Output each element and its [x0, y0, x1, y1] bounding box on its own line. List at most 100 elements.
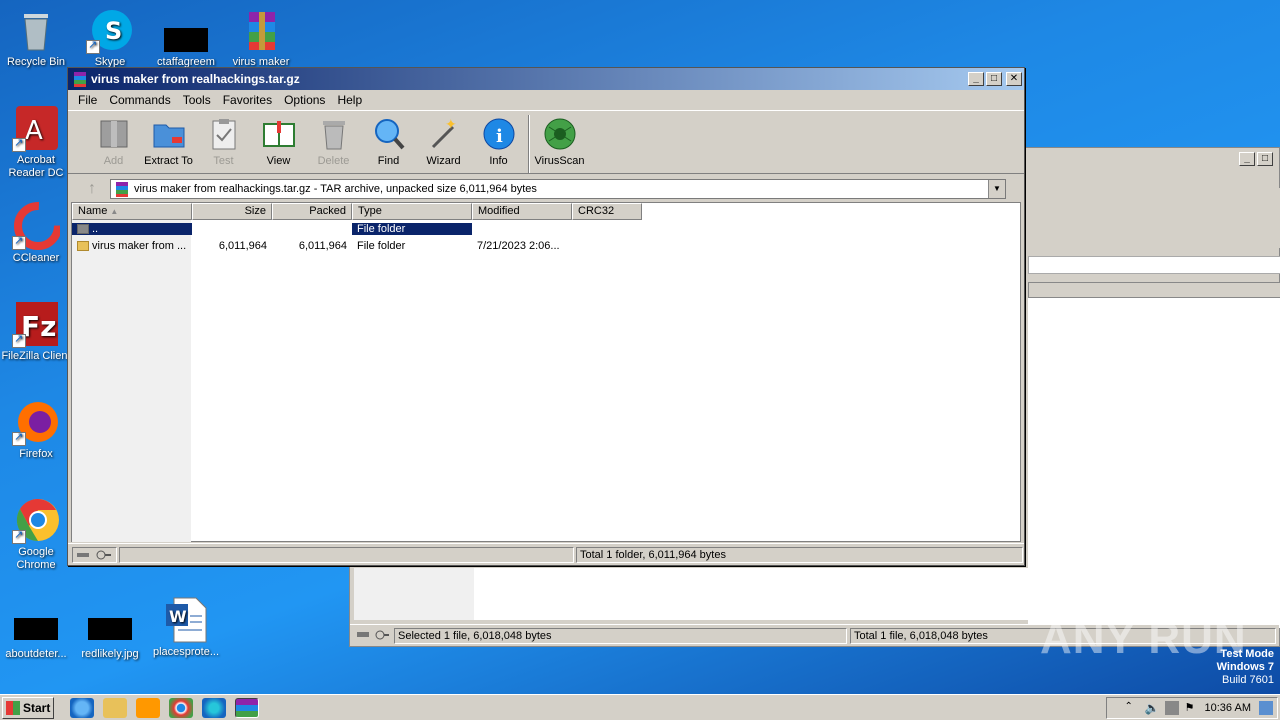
menu-options[interactable]: Options — [278, 93, 331, 107]
up-arrow-icon[interactable]: ↑ — [74, 180, 110, 198]
column-packed[interactable]: Packed — [272, 203, 352, 220]
bg-minimize-button[interactable]: _ — [1239, 152, 1255, 166]
virus-scan-icon — [543, 117, 577, 151]
edge-icon[interactable] — [202, 697, 226, 718]
close-button[interactable]: ✕ — [1006, 72, 1022, 86]
dropdown-arrow-icon[interactable]: ▼ — [988, 180, 1005, 198]
ccleaner-icon — [12, 202, 62, 250]
desktop-icon-ctaffagreem[interactable]: ctaffagreem — [150, 6, 222, 69]
bg-status-selected: Selected 1 file, 6,018,048 bytes — [394, 628, 847, 644]
wizard-button[interactable]: ✦ Wizard — [416, 115, 471, 167]
desktop-icon-skype[interactable]: S Skype — [74, 6, 146, 69]
column-crc32[interactable]: CRC32 — [572, 203, 642, 220]
bg-status-icon — [356, 629, 390, 641]
menu-favorites[interactable]: Favorites — [217, 93, 278, 107]
system-tray: ⌃ 🔈 ⚑ 10:36 AM — [1106, 697, 1278, 719]
svg-text:A: A — [25, 116, 43, 146]
archive-icon — [114, 181, 130, 197]
firefox-icon — [12, 398, 60, 446]
file-thumbnail-icon — [12, 598, 60, 646]
desktop-icon-firefox[interactable]: Firefox — [0, 398, 72, 461]
winrar-taskbar-icon[interactable] — [235, 697, 259, 718]
desktop-icon-label: aboutdeter... — [5, 648, 67, 660]
explorer-icon[interactable] — [103, 697, 127, 718]
maximize-button[interactable]: □ — [986, 72, 1002, 86]
media-player-icon[interactable] — [136, 697, 160, 718]
ie-icon[interactable] — [70, 697, 94, 718]
chrome-icon[interactable] — [169, 697, 193, 718]
file-thumbnail-icon — [162, 6, 210, 54]
desktop-icon-acrobat[interactable]: A Acrobat Reader DC — [0, 104, 72, 180]
desktop-icon-label: Recycle Bin — [6, 56, 66, 68]
desktop-icon-filezilla[interactable]: Fz FileZilla Client — [0, 300, 72, 363]
minimize-button[interactable]: _ — [968, 72, 984, 86]
desktop-icon-chrome[interactable]: Google Chrome — [0, 496, 72, 572]
column-name[interactable]: Name ▲ — [72, 203, 192, 220]
toolbar: Add Extract To Test View Delete Find ✦ W… — [68, 110, 1024, 174]
desktop-icon-aboutdeter[interactable]: aboutdeter... — [0, 598, 72, 661]
desktop-icon-label: Google Chrome — [16, 546, 56, 571]
desktop-icon-placesprote[interactable]: W placesprote... — [150, 596, 222, 659]
table-row[interactable]: virus maker from ... 6,011,964 6,011,964… — [72, 237, 1020, 254]
virusscan-button[interactable]: VirusScan — [532, 115, 587, 167]
clock[interactable]: 10:36 AM — [1205, 702, 1251, 714]
desktop-icon-redlikely[interactable]: redlikely.jpg — [74, 598, 146, 661]
status-total: Total 1 folder, 6,011,964 bytes — [576, 546, 1023, 563]
address-bar: ↑ virus maker from realhackings.tar.gz -… — [68, 174, 1024, 204]
find-button[interactable]: Find — [361, 115, 416, 167]
extract-folder-icon — [152, 117, 186, 151]
desktop-icon-label: placesprote... — [152, 646, 220, 658]
folder-icon — [77, 240, 89, 251]
svg-text:Fz: Fz — [21, 310, 56, 343]
test-clipboard-icon — [207, 117, 241, 151]
file-list-header: Name ▲ Size Packed Type Modified CRC32 — [72, 203, 1020, 220]
info-icon: i — [482, 117, 516, 151]
acrobat-icon: A — [12, 104, 60, 152]
tray-expand-icon[interactable]: ⌃ — [1125, 701, 1139, 715]
trash-icon — [317, 117, 351, 151]
test-button[interactable]: Test — [196, 115, 251, 167]
info-button[interactable]: i Info — [471, 115, 526, 167]
bg-file-list — [1028, 298, 1280, 628]
start-button[interactable]: Start — [2, 696, 54, 719]
desktop-icon-virus-maker[interactable]: virus maker — [225, 6, 297, 69]
menu-file[interactable]: File — [72, 93, 103, 107]
address-text: virus maker from realhackings.tar.gz - T… — [134, 183, 537, 195]
menu-commands[interactable]: Commands — [103, 93, 176, 107]
add-button[interactable]: Add — [86, 115, 141, 167]
svg-text:W: W — [169, 607, 187, 626]
desktop-icon-ccleaner[interactable]: CCleaner — [0, 202, 72, 265]
column-size[interactable]: Size — [192, 203, 272, 220]
parent-folder-icon — [77, 223, 89, 234]
test-mode-label: Test Mode Windows 7 Build 7601 — [1216, 648, 1274, 686]
skype-icon: S — [86, 6, 134, 54]
view-button[interactable]: View — [251, 115, 306, 167]
delete-button[interactable]: Delete — [306, 115, 361, 167]
menu-tools[interactable]: Tools — [177, 93, 217, 107]
desktop-icon-recycle-bin[interactable]: Recycle Bin — [0, 6, 72, 69]
column-type[interactable]: Type — [352, 203, 472, 220]
winrar-archive-icon — [237, 6, 285, 54]
desktop-icon-label: FileZilla Client — [1, 350, 71, 362]
svg-text:i: i — [496, 126, 503, 147]
extract-to-button[interactable]: Extract To — [141, 115, 196, 167]
winrar-icon — [72, 71, 88, 87]
magnifier-icon — [372, 117, 406, 151]
action-center-flag-icon[interactable]: ⚑ — [1185, 701, 1199, 715]
svg-text:S: S — [105, 17, 122, 45]
drive-key-icon[interactable] — [72, 546, 117, 563]
network-icon[interactable] — [1164, 701, 1179, 715]
table-row[interactable]: .. File folder — [72, 220, 1020, 237]
winrar-window: virus maker from realhackings.tar.gz _ □… — [67, 67, 1025, 566]
menu-help[interactable]: Help — [331, 93, 368, 107]
show-desktop-icon[interactable] — [1259, 701, 1273, 715]
title-bar[interactable]: virus maker from realhackings.tar.gz _ □… — [68, 68, 1024, 90]
window-title: virus maker from realhackings.tar.gz — [91, 72, 300, 86]
desktop-icon-label: redlikely.jpg — [81, 648, 139, 660]
column-modified[interactable]: Modified — [472, 203, 572, 220]
desktop-icon-label: Acrobat Reader DC — [8, 154, 64, 179]
bg-maximize-button[interactable]: □ — [1257, 152, 1273, 166]
taskbar: Start ⌃ 🔈 ⚑ 10:36 AM — [0, 694, 1280, 720]
address-field[interactable]: virus maker from realhackings.tar.gz - T… — [110, 179, 1006, 199]
volume-icon[interactable]: 🔈 — [1145, 701, 1160, 715]
